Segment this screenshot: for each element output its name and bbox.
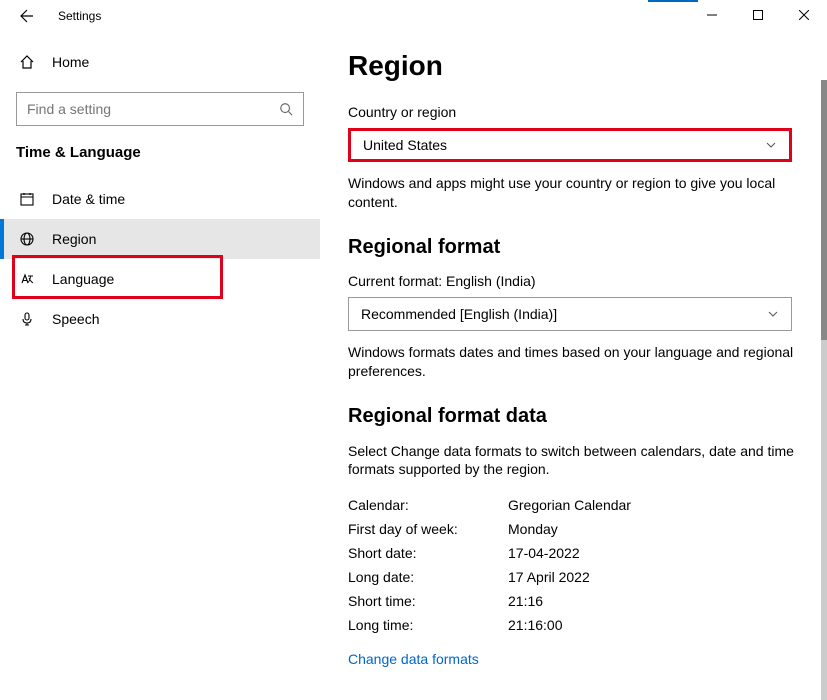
sidebar-item-region[interactable]: Region bbox=[0, 219, 320, 259]
sidebar-item-label: Region bbox=[52, 231, 96, 247]
sidebar-item-date-time[interactable]: Date & time bbox=[0, 179, 320, 219]
table-row: Long date:17 April 2022 bbox=[348, 565, 799, 589]
sidebar: Home Time & Language Date & time Region bbox=[0, 32, 320, 700]
format-data-table: Calendar:Gregorian Calendar First day of… bbox=[348, 493, 799, 637]
globe-icon bbox=[16, 231, 38, 247]
maximize-button[interactable] bbox=[735, 0, 781, 30]
home-nav-item[interactable]: Home bbox=[0, 44, 320, 80]
content-area: Region Country or region United States W… bbox=[320, 32, 827, 700]
sidebar-item-language[interactable]: Language bbox=[0, 259, 320, 299]
page-title: Region bbox=[348, 50, 799, 82]
country-hint: Windows and apps might use your country … bbox=[348, 174, 799, 212]
change-data-formats-link[interactable]: Change data formats bbox=[348, 651, 799, 667]
maximize-icon bbox=[753, 10, 763, 20]
format-dropdown[interactable]: Recommended [English (India)] bbox=[348, 297, 792, 331]
country-dropdown[interactable]: United States bbox=[348, 128, 792, 162]
table-row: Long time:21:16:00 bbox=[348, 613, 799, 637]
back-button[interactable] bbox=[12, 1, 42, 31]
scrollbar[interactable] bbox=[821, 80, 827, 700]
country-value: United States bbox=[363, 137, 447, 153]
search-icon bbox=[279, 102, 293, 116]
table-row: Short date:17-04-2022 bbox=[348, 541, 799, 565]
minimize-icon bbox=[707, 10, 717, 20]
table-row: First day of week:Monday bbox=[348, 517, 799, 541]
current-format-label: Current format: English (India) bbox=[348, 273, 799, 289]
home-label: Home bbox=[52, 54, 89, 70]
search-input[interactable] bbox=[27, 101, 279, 117]
titlebar: Settings bbox=[0, 0, 827, 32]
sidebar-item-label: Language bbox=[52, 271, 114, 287]
sidebar-item-label: Speech bbox=[52, 311, 99, 327]
language-icon bbox=[16, 271, 38, 287]
regional-format-heading: Regional format bbox=[348, 236, 799, 259]
format-value: Recommended [English (India)] bbox=[361, 306, 557, 322]
calendar-icon bbox=[16, 191, 38, 207]
chevron-down-icon bbox=[767, 308, 779, 320]
country-label: Country or region bbox=[348, 104, 799, 120]
sidebar-item-label: Date & time bbox=[52, 191, 125, 207]
close-button[interactable] bbox=[781, 0, 827, 30]
format-hint: Windows formats dates and times based on… bbox=[348, 343, 799, 381]
minimize-button[interactable] bbox=[689, 0, 735, 30]
back-arrow-icon bbox=[19, 8, 35, 24]
home-icon bbox=[16, 54, 38, 70]
format-data-hint: Select Change data formats to switch bet… bbox=[348, 442, 799, 480]
chevron-down-icon bbox=[765, 139, 777, 151]
microphone-icon bbox=[16, 311, 38, 327]
format-data-heading: Regional format data bbox=[348, 405, 799, 428]
search-box[interactable] bbox=[16, 92, 304, 126]
window-title: Settings bbox=[58, 9, 101, 23]
sidebar-item-speech[interactable]: Speech bbox=[0, 299, 320, 339]
scrollbar-thumb[interactable] bbox=[821, 80, 827, 340]
category-header: Time & Language bbox=[0, 144, 320, 179]
caption-controls bbox=[689, 0, 827, 30]
table-row: Short time:21:16 bbox=[348, 589, 799, 613]
table-row: Calendar:Gregorian Calendar bbox=[348, 493, 799, 517]
close-icon bbox=[799, 10, 809, 20]
